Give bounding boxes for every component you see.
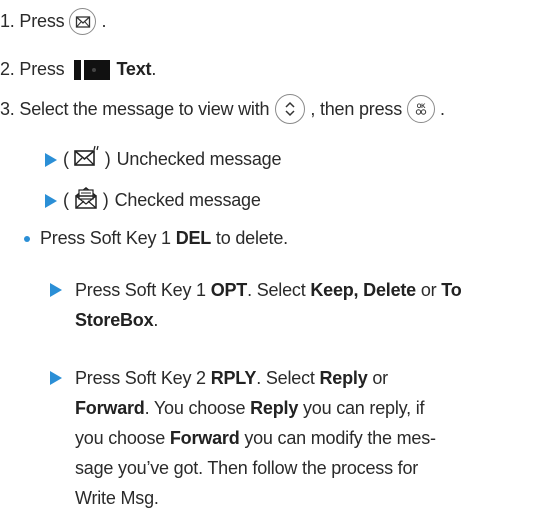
checked-message-envelope-icon bbox=[73, 185, 99, 216]
opt-middle: . Select bbox=[247, 280, 306, 300]
ok-key-icon: OK bbox=[407, 95, 435, 123]
delete-bullet: Press Soft Key 1 DEL to delete. bbox=[24, 228, 288, 249]
keep-delete-bold: Keep, Delete bbox=[310, 280, 416, 300]
unchecked-message-envelope-icon bbox=[73, 145, 101, 174]
delete-prefix: Press Soft Key 1 bbox=[40, 228, 171, 248]
rply-line5: Write Msg. bbox=[75, 488, 159, 508]
forward-bold: Forward bbox=[75, 398, 145, 418]
reply-bold-2: Reply bbox=[250, 398, 299, 418]
triangle-bullet-icon bbox=[50, 371, 62, 385]
svg-text:OK: OK bbox=[417, 104, 426, 110]
opt-end: . bbox=[153, 310, 159, 330]
triangle-bullet-icon bbox=[45, 152, 57, 167]
rply-prefix: Press Soft Key 2 bbox=[75, 368, 206, 388]
paren-open: ( bbox=[63, 149, 69, 169]
unchecked-message-row: ( ) Unchecked message bbox=[45, 145, 281, 174]
step-1-suffix: . bbox=[101, 11, 107, 31]
delete-bold: DEL bbox=[175, 228, 212, 248]
soft-key-black-icon bbox=[74, 59, 111, 80]
checked-message-row: ( ) Checked message bbox=[45, 185, 261, 216]
rply-middle3: you can reply, if bbox=[302, 398, 425, 418]
step-1: 1. Press . bbox=[0, 8, 106, 35]
storebox-bold: StoreBox bbox=[75, 310, 154, 330]
rply-bold: RPLY bbox=[210, 368, 257, 388]
rply-middle2: . You choose bbox=[144, 398, 246, 418]
rply-or: or bbox=[372, 368, 388, 388]
paren-close: ) bbox=[102, 190, 109, 210]
step-2-bold: Text bbox=[116, 59, 152, 79]
paren-close: ) bbox=[104, 149, 111, 169]
step-2-suffix: . bbox=[151, 59, 157, 79]
paren-open: ( bbox=[63, 190, 69, 210]
dot-bullet-icon bbox=[24, 235, 30, 242]
step-3-text: 3. Select the message to view with bbox=[0, 98, 270, 119]
message-envelope-key-icon bbox=[69, 8, 97, 35]
step-3-suffix: . bbox=[440, 98, 445, 119]
step-2: 2. Press Text . bbox=[0, 59, 156, 80]
rply-line4: sage you’ve got. Then follow the process… bbox=[75, 458, 419, 478]
opt-bold: OPT bbox=[210, 280, 248, 300]
step-2-text: 2. Press bbox=[0, 59, 65, 79]
delete-suffix: to delete. bbox=[215, 228, 288, 248]
step-3: 3. Select the message to view with , the… bbox=[0, 94, 445, 124]
checked-label: Checked message bbox=[114, 190, 261, 210]
rply-middle4: you can modify the mes- bbox=[244, 428, 436, 448]
navigation-key-icon bbox=[275, 94, 306, 124]
to-bold: To bbox=[441, 280, 462, 300]
rply-middle1: . Select bbox=[256, 368, 315, 388]
rply-line3-prefix: you choose bbox=[75, 428, 166, 448]
rply-paragraph: Press Soft Key 2 RPLY. Select Reply or F… bbox=[50, 363, 535, 513]
unchecked-label: Unchecked message bbox=[116, 149, 282, 169]
step-1-text: 1. Press bbox=[0, 11, 65, 31]
forward-bold-2: Forward bbox=[169, 428, 240, 448]
opt-paragraph: Press Soft Key 1 OPT. Select Keep, Delet… bbox=[50, 275, 535, 335]
reply-bold: Reply bbox=[319, 368, 368, 388]
triangle-bullet-icon bbox=[50, 283, 62, 297]
triangle-bullet-icon bbox=[45, 193, 57, 208]
opt-or: or bbox=[420, 280, 437, 300]
opt-prefix: Press Soft Key 1 bbox=[75, 280, 206, 300]
step-3-middle: , then press bbox=[310, 98, 402, 119]
